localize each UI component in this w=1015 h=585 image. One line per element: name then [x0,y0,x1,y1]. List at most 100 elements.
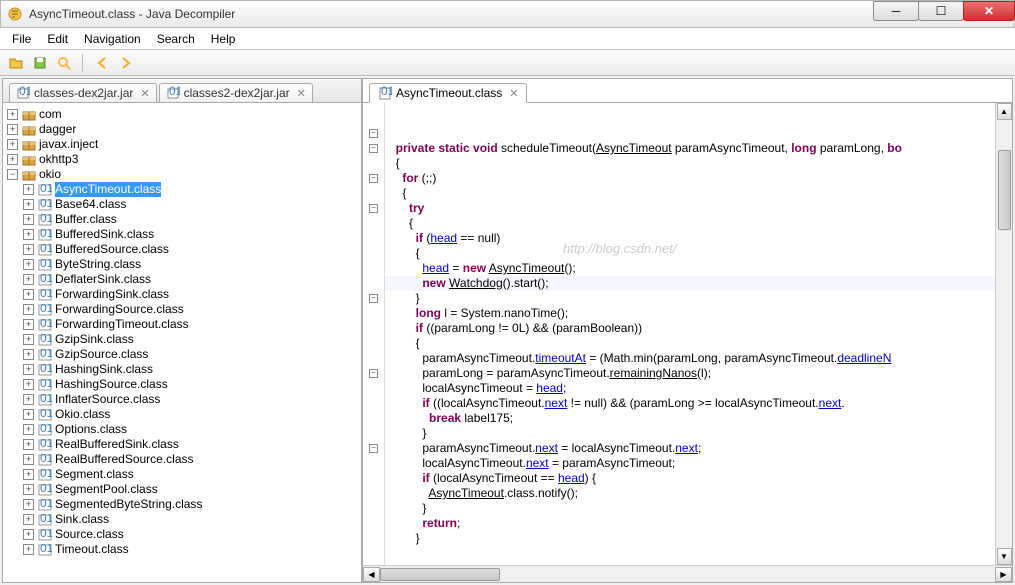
package-icon [22,139,36,151]
tree-class-SegmentPool-class[interactable]: +010SegmentPool.class [3,482,361,497]
vertical-scrollbar[interactable]: ▲ ▼ [995,103,1012,565]
tree-class-ForwardingTimeout-class[interactable]: +010ForwardingTimeout.class [3,317,361,332]
scroll-thumb[interactable] [998,150,1011,230]
tree-class-InflaterSource-class[interactable]: +010InflaterSource.class [3,392,361,407]
menu-search[interactable]: Search [149,30,203,48]
expand-icon[interactable]: + [7,154,18,165]
menu-edit[interactable]: Edit [39,30,76,48]
fold-icon[interactable]: − [369,174,378,183]
sidebar-tab-1[interactable]: 010 classes-dex2jar.jar ✕ [9,83,157,102]
code-area[interactable]: private static void scheduleTimeout(Asyn… [385,103,1012,565]
tree-class-GzipSink-class[interactable]: +010GzipSink.class [3,332,361,347]
package-tree[interactable]: +com+dagger+javax.inject+okhttp3−okio+01… [3,103,361,582]
expand-icon[interactable]: + [23,469,34,480]
expand-icon[interactable]: + [23,334,34,345]
horizontal-scrollbar[interactable]: ◀ ▶ [363,565,1012,582]
tree-class-RealBufferedSource-class[interactable]: +010RealBufferedSource.class [3,452,361,467]
minimize-button[interactable]: ─ [873,1,919,21]
tree-class-Buffer-class[interactable]: +010Buffer.class [3,212,361,227]
tree-class-BufferedSink-class[interactable]: +010BufferedSink.class [3,227,361,242]
expand-icon[interactable]: + [23,439,34,450]
maximize-button[interactable]: ☐ [918,1,964,21]
expand-icon[interactable]: − [7,169,18,180]
tree-class-Source-class[interactable]: +010Source.class [3,527,361,542]
close-button[interactable]: ✕ [963,1,1015,21]
expand-icon[interactable]: + [23,229,34,240]
tab-close-icon[interactable]: ✕ [506,87,518,100]
tree-class-HashingSink-class[interactable]: +010HashingSink.class [3,362,361,377]
tree-package-dagger[interactable]: +dagger [3,122,361,137]
fold-icon[interactable]: − [369,144,378,153]
expand-icon[interactable]: + [23,379,34,390]
sidebar-tab-2[interactable]: 010 classes2-dex2jar.jar ✕ [159,83,313,102]
class-file-icon: 010 [38,319,52,331]
expand-icon[interactable]: + [23,289,34,300]
tree-package-javax-inject[interactable]: +javax.inject [3,137,361,152]
tree-class-ForwardingSink-class[interactable]: +010ForwardingSink.class [3,287,361,302]
fold-icon[interactable]: − [369,204,378,213]
expand-icon[interactable]: + [23,274,34,285]
expand-icon[interactable]: + [23,484,34,495]
tree-package-okio[interactable]: −okio [3,167,361,182]
menu-file[interactable]: File [4,30,39,48]
tree-class-DeflaterSink-class[interactable]: +010DeflaterSink.class [3,272,361,287]
save-button[interactable] [30,53,50,73]
tree-class-RealBufferedSink-class[interactable]: +010RealBufferedSink.class [3,437,361,452]
tree-class-AsyncTimeout-class[interactable]: +010AsyncTimeout.class [3,182,361,197]
expand-icon[interactable]: + [7,109,18,120]
back-button[interactable] [92,53,112,73]
expand-icon[interactable]: + [23,544,34,555]
expand-icon[interactable]: + [23,304,34,315]
menu-help[interactable]: Help [203,30,244,48]
expand-icon[interactable]: + [23,199,34,210]
tree-class-Sink-class[interactable]: +010Sink.class [3,512,361,527]
scroll-thumb[interactable] [380,568,500,581]
expand-icon[interactable]: + [23,364,34,375]
expand-icon[interactable]: + [23,424,34,435]
expand-icon[interactable]: + [23,184,34,195]
tree-package-okhttp3[interactable]: +okhttp3 [3,152,361,167]
expand-icon[interactable]: + [23,214,34,225]
tab-close-icon[interactable]: ✕ [294,87,306,100]
tree-class-ForwardingSource-class[interactable]: +010ForwardingSource.class [3,302,361,317]
tree-class-Timeout-class[interactable]: +010Timeout.class [3,542,361,557]
search-button[interactable] [54,53,74,73]
tree-class-Base64-class[interactable]: +010Base64.class [3,197,361,212]
tree-class-GzipSource-class[interactable]: +010GzipSource.class [3,347,361,362]
scroll-down-icon[interactable]: ▼ [997,548,1012,565]
class-file-icon: 010 [38,409,52,421]
expand-icon[interactable]: + [23,319,34,330]
tree-class-HashingSource-class[interactable]: +010HashingSource.class [3,377,361,392]
menu-navigation[interactable]: Navigation [76,30,149,48]
tab-close-icon[interactable]: ✕ [137,87,149,100]
fold-icon[interactable]: − [369,129,378,138]
forward-button[interactable] [116,53,136,73]
expand-icon[interactable]: + [23,259,34,270]
expand-icon[interactable]: + [23,514,34,525]
expand-icon[interactable]: + [23,499,34,510]
fold-icon[interactable]: − [369,444,378,453]
expand-icon[interactable]: + [23,409,34,420]
scroll-up-icon[interactable]: ▲ [997,103,1012,120]
tree-package-com[interactable]: +com [3,107,361,122]
svg-text:010: 010 [40,214,52,225]
editor-tab[interactable]: 010 AsyncTimeout.class ✕ [369,83,527,103]
scroll-right-icon[interactable]: ▶ [995,567,1012,582]
expand-icon[interactable]: + [23,454,34,465]
expand-icon[interactable]: + [23,394,34,405]
tree-class-Segment-class[interactable]: +010Segment.class [3,467,361,482]
fold-icon[interactable]: − [369,369,378,378]
expand-icon[interactable]: + [23,244,34,255]
tree-class-ByteString-class[interactable]: +010ByteString.class [3,257,361,272]
open-button[interactable] [6,53,26,73]
expand-icon[interactable]: + [23,529,34,540]
scroll-left-icon[interactable]: ◀ [363,567,380,582]
expand-icon[interactable]: + [7,124,18,135]
expand-icon[interactable]: + [23,349,34,360]
fold-icon[interactable]: − [369,294,378,303]
expand-icon[interactable]: + [7,139,18,150]
tree-class-BufferedSource-class[interactable]: +010BufferedSource.class [3,242,361,257]
tree-class-Okio-class[interactable]: +010Okio.class [3,407,361,422]
tree-class-SegmentedByteString-class[interactable]: +010SegmentedByteString.class [3,497,361,512]
tree-class-Options-class[interactable]: +010Options.class [3,422,361,437]
